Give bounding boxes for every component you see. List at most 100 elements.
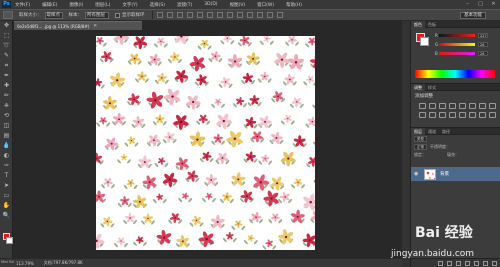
menu-type[interactable]: 文字(Y)	[122, 2, 137, 8]
maximize-icon[interactable]: □	[477, 1, 484, 7]
mini-bridge-tab[interactable]: Mini Bridge	[0, 258, 21, 267]
blend-mode-select[interactable]: 正常	[414, 144, 427, 150]
menu-image[interactable]: 图像(I)	[69, 2, 83, 8]
color-balance-icon[interactable]	[479, 103, 486, 109]
levels-icon[interactable]	[429, 103, 436, 109]
marquee-tool-icon[interactable]: ⬚	[2, 32, 11, 40]
hand-tool-icon[interactable]: ✋	[2, 202, 11, 210]
color-lookup-icon[interactable]	[439, 112, 446, 118]
distribute-icon[interactable]	[206, 12, 213, 18]
menu-3d[interactable]: 3D(D)	[204, 2, 217, 7]
brush-tool-icon[interactable]: ✏	[2, 92, 11, 100]
distribute-icon[interactable]	[196, 12, 203, 18]
tab-adjustments[interactable]: 调整	[411, 83, 425, 91]
tab-channels[interactable]: 通道	[425, 128, 439, 135]
channel-mixer-icon[interactable]	[429, 112, 436, 118]
dodge-tool-icon[interactable]: ◐	[2, 152, 11, 160]
move-tool-icon[interactable]: ✥	[2, 22, 11, 30]
menu-edit[interactable]: 编辑(E)	[42, 2, 57, 8]
color-spectrum[interactable]	[415, 70, 495, 78]
3d-mode-icon[interactable]	[256, 12, 263, 18]
align-icon[interactable]	[166, 12, 173, 18]
threshold-icon[interactable]	[469, 112, 476, 118]
red-value[interactable]: 227	[478, 33, 488, 38]
pen-tool-icon[interactable]: ✑	[2, 162, 11, 170]
invert-icon[interactable]	[449, 112, 456, 118]
close-tab-icon[interactable]: ✕	[93, 24, 97, 29]
tab-paths[interactable]: 路径	[439, 128, 453, 135]
selective-color-icon[interactable]	[489, 112, 496, 118]
clone-tool-icon[interactable]: ⎈	[2, 102, 11, 110]
distribute-icon[interactable]	[236, 12, 243, 18]
vibrance-icon[interactable]	[459, 103, 466, 109]
workspace-select[interactable]: 基本功能	[460, 12, 486, 19]
healing-tool-icon[interactable]: ✚	[2, 82, 11, 90]
exposure-icon[interactable]	[449, 103, 456, 109]
blue-value[interactable]: 26	[478, 51, 488, 56]
lasso-tool-icon[interactable]: ➰	[2, 42, 11, 50]
layer-background[interactable]: ◉ 背景	[411, 167, 500, 181]
distribute-icon[interactable]	[216, 12, 223, 18]
tab-color[interactable]: 颜色	[411, 20, 425, 28]
zoom-level[interactable]: 113.79%	[16, 261, 34, 266]
3d-mode-icon[interactable]	[276, 12, 283, 18]
document-size-info[interactable]: 文档:797.8K/797.8K	[44, 260, 83, 266]
eyedropper-preset-icon[interactable]	[3, 11, 13, 19]
brightness-icon[interactable]	[419, 103, 426, 109]
group-icon[interactable]	[474, 260, 479, 266]
blue-slider[interactable]	[439, 52, 475, 55]
tab-swatches[interactable]: 色板	[425, 21, 439, 28]
3d-mode-icon[interactable]	[266, 12, 273, 18]
photo-filter-icon[interactable]	[419, 112, 426, 118]
menu-window[interactable]: 窗口(W)	[257, 2, 274, 8]
adjustment-layer-icon[interactable]	[465, 260, 470, 266]
posterize-icon[interactable]	[459, 112, 466, 118]
path-select-tool-icon[interactable]: ➤	[2, 182, 11, 190]
blur-tool-icon[interactable]: 💧	[2, 142, 11, 150]
menu-filter[interactable]: 滤镜(T)	[177, 2, 192, 8]
shape-tool-icon[interactable]: ▭	[2, 192, 11, 200]
link-icon[interactable]	[438, 260, 443, 266]
gradient-map-icon[interactable]	[479, 112, 486, 118]
crop-tool-icon[interactable]: ⌗	[2, 62, 11, 70]
menu-layer[interactable]: 图层(L)	[95, 2, 110, 8]
panel-background-swatch[interactable]	[420, 37, 429, 46]
sample-size-select[interactable]: 取样点	[44, 11, 63, 19]
background-color-swatch[interactable]	[6, 237, 13, 244]
menu-help[interactable]: 帮助(H)	[286, 2, 302, 8]
zoom-tool-icon[interactable]: 🔍	[2, 212, 11, 220]
fx-icon[interactable]	[447, 260, 452, 266]
close-icon[interactable]: ✕	[490, 1, 497, 7]
tab-layers[interactable]: 图层	[411, 127, 425, 135]
new-layer-icon[interactable]	[483, 260, 488, 266]
eye-icon[interactable]: ◉	[414, 171, 420, 177]
tab-styles[interactable]: 样式	[425, 84, 439, 91]
curves-icon[interactable]	[439, 103, 446, 109]
sample-select[interactable]: 所有图层	[85, 11, 109, 19]
align-icon[interactable]	[186, 12, 193, 18]
distribute-icon[interactable]	[246, 12, 253, 18]
history-tool-icon[interactable]: ⟲	[2, 112, 11, 120]
type-tool-icon[interactable]: T	[2, 172, 11, 180]
menu-file[interactable]: 文件(F)	[15, 2, 30, 8]
document-tab[interactable]: 0e2e5d8f1... .jpg @ 113% (RGB/8#) ✕	[14, 21, 142, 30]
gradient-tool-icon[interactable]: ▤	[2, 132, 11, 140]
green-slider[interactable]	[439, 43, 475, 46]
minimize-icon[interactable]: –	[464, 1, 471, 7]
hue-saturation-icon[interactable]	[469, 103, 476, 109]
menu-view[interactable]: 视图(V)	[230, 2, 246, 8]
quick-select-tool-icon[interactable]: ✎	[2, 52, 11, 60]
green-value[interactable]: 26	[478, 42, 488, 47]
black-white-icon[interactable]	[489, 103, 496, 109]
distribute-icon[interactable]	[226, 12, 233, 18]
align-icon[interactable]	[176, 12, 183, 18]
align-icon[interactable]	[156, 12, 163, 18]
document-canvas[interactable]	[96, 36, 315, 250]
trash-icon[interactable]	[492, 260, 497, 266]
layer-kind-select[interactable]: 类型	[414, 136, 427, 142]
red-slider[interactable]	[439, 34, 475, 37]
eyedropper-tool-icon[interactable]: ✒	[2, 72, 11, 80]
mask-icon[interactable]	[456, 260, 461, 266]
show-ring-checkbox[interactable]	[115, 12, 120, 18]
eraser-tool-icon[interactable]: ◫	[2, 122, 11, 130]
